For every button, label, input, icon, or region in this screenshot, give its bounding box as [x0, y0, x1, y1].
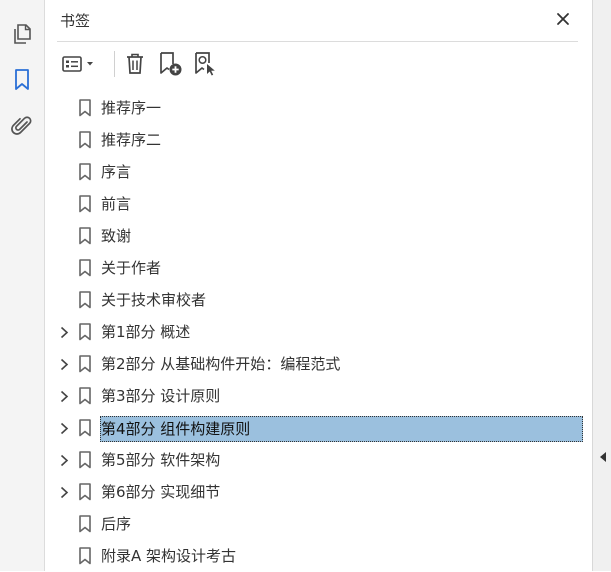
bookmark-row[interactable]: 关于技术审校者	[45, 284, 592, 316]
options-menu-button[interactable]	[60, 50, 100, 78]
bookmark-label[interactable]: 第5部分 软件架构	[100, 450, 221, 470]
bookmark-row[interactable]: 推荐序二	[45, 124, 592, 156]
bookmark-icon	[78, 419, 92, 437]
bookmark-icon	[78, 291, 92, 309]
expand-chevron-icon[interactable]	[57, 325, 71, 339]
bookmark-row[interactable]: 第3部分 设计原则	[45, 380, 592, 412]
bookmark-label[interactable]: 附录A 架构设计考古	[100, 546, 237, 566]
bookmark-icon	[78, 387, 92, 405]
options-menu-icon	[62, 56, 93, 72]
bookmark-icon	[78, 515, 92, 533]
bookmark-label[interactable]: 致谢	[100, 226, 132, 246]
bookmark-icon	[78, 195, 92, 213]
bookmark-row[interactable]: 第2部分 从基础构件开始：编程范式	[45, 348, 592, 380]
bookmark-row[interactable]: 第4部分 组件构建原则	[45, 412, 592, 444]
navigation-rail	[0, 0, 45, 571]
bookmark-row[interactable]: 第5部分 软件架构	[45, 444, 592, 476]
header-divider	[57, 41, 578, 42]
close-icon	[557, 13, 569, 25]
collapse-left-icon	[600, 452, 606, 462]
bookmark-label[interactable]: 关于技术审校者	[100, 290, 207, 310]
expand-chevron-icon[interactable]	[57, 389, 71, 403]
bookmark-icon	[78, 131, 92, 149]
bookmark-label[interactable]: 前言	[100, 194, 132, 214]
pages-panel-button[interactable]	[8, 20, 36, 48]
bookmark-row[interactable]: 后序	[45, 508, 592, 540]
new-bookmark-icon	[160, 52, 182, 76]
new-bookmark-button[interactable]	[156, 50, 184, 78]
bookmark-icon	[78, 227, 92, 245]
delete-bookmark-button[interactable]	[122, 50, 148, 78]
bookmark-label[interactable]: 序言	[100, 162, 132, 182]
bookmark-icon	[78, 99, 92, 117]
bookmark-icon	[78, 483, 92, 501]
expand-chevron-icon[interactable]	[57, 421, 71, 435]
bookmark-row[interactable]: 附录A 架构设计考古	[45, 540, 592, 572]
bookmark-icon	[78, 547, 92, 565]
bookmark-label[interactable]: 第6部分 实现细节	[100, 482, 221, 502]
bookmark-row[interactable]: 序言	[45, 156, 592, 188]
panel-title: 书签	[60, 12, 91, 30]
bookmark-label[interactable]: 推荐序一	[100, 98, 162, 118]
bookmark-label[interactable]: 第1部分 概述	[100, 322, 191, 342]
bookmark-icon	[15, 69, 29, 90]
bookmarks-toolbar	[57, 48, 578, 80]
close-panel-button[interactable]	[553, 9, 573, 29]
panel-collapse-strip	[592, 0, 611, 571]
bookmark-label[interactable]: 推荐序二	[100, 130, 162, 150]
bookmark-row[interactable]: 推荐序一	[45, 92, 592, 124]
bookmark-icon	[78, 451, 92, 469]
bookmark-label[interactable]: 第2部分 从基础构件开始：编程范式	[100, 354, 341, 374]
bookmark-label[interactable]: 第4部分 组件构建原则	[100, 416, 583, 442]
bookmarks-panel: 书签 推荐序一 推荐序二 序言 前言 致谢 关于作者 关于技术审校者 第1部分 …	[45, 0, 592, 571]
bookmark-icon	[78, 323, 92, 341]
bookmark-label[interactable]: 后序	[100, 514, 132, 534]
bookmark-icon	[78, 355, 92, 373]
expand-chevron-icon[interactable]	[57, 357, 71, 371]
pages-icon	[14, 24, 31, 44]
bookmark-label[interactable]: 关于作者	[100, 258, 162, 278]
expand-chevron-icon[interactable]	[57, 453, 71, 467]
bookmark-row[interactable]: 第1部分 概述	[45, 316, 592, 348]
paperclip-icon	[11, 116, 32, 135]
find-current-bookmark-button[interactable]	[191, 50, 219, 78]
bookmark-row[interactable]: 第6部分 实现细节	[45, 476, 592, 508]
bookmarks-panel-button[interactable]	[8, 66, 36, 94]
bookmark-tree: 推荐序一推荐序二序言前言致谢关于作者关于技术审校者 第1部分 概述第2部分 从基础…	[45, 92, 592, 572]
bookmark-row[interactable]: 前言	[45, 188, 592, 220]
find-current-bookmark-icon	[195, 52, 215, 76]
toolbar-separator	[114, 51, 115, 77]
bookmark-row[interactable]: 致谢	[45, 220, 592, 252]
bookmark-label[interactable]: 第3部分 设计原则	[100, 386, 221, 406]
bookmark-row[interactable]: 关于作者	[45, 252, 592, 284]
bookmark-icon	[78, 259, 92, 277]
trash-icon	[127, 53, 143, 74]
attachments-panel-button[interactable]	[8, 112, 36, 140]
expand-chevron-icon[interactable]	[57, 485, 71, 499]
bookmark-icon	[78, 163, 92, 181]
collapse-panel-button[interactable]	[597, 448, 609, 466]
